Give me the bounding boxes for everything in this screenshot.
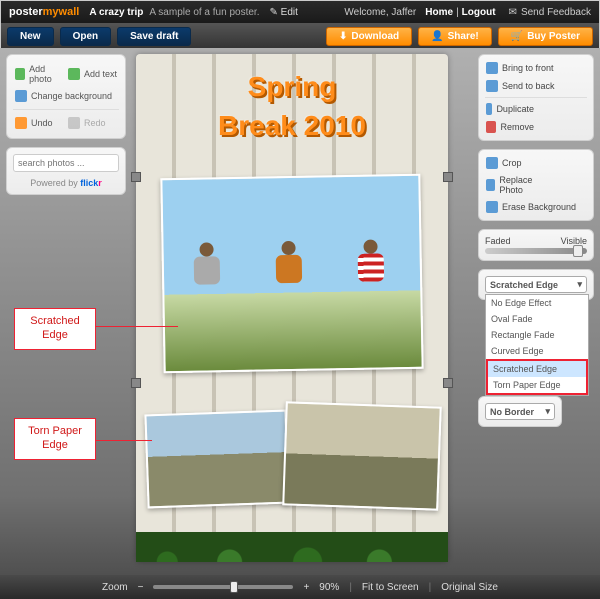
- zoom-plus-icon[interactable]: +: [303, 582, 309, 593]
- edge-effect-dropdown: No Edge Effect Oval Fade Rectangle Fade …: [485, 294, 589, 396]
- selection-handle[interactable]: [443, 378, 453, 388]
- poster-title-text[interactable]: SpringBreak 2010: [136, 68, 448, 146]
- figure: [188, 250, 227, 313]
- poster-grass-decoration: [136, 502, 448, 562]
- undo-icon: [15, 117, 27, 129]
- plus-icon: [15, 68, 25, 80]
- chevron-down-icon: ▾: [577, 279, 582, 290]
- callout-torn-paper-edge: Torn Paper Edge: [14, 418, 96, 460]
- send-to-back-button[interactable]: Send to back: [485, 77, 587, 95]
- selection-handle[interactable]: [131, 378, 141, 388]
- remove-icon: [486, 121, 496, 133]
- brand-logo[interactable]: postermywall: [9, 6, 79, 18]
- duplicate-button[interactable]: Duplicate: [485, 100, 535, 118]
- edge-option[interactable]: Rectangle Fade: [486, 327, 588, 343]
- document-subtitle: A sample of a fun poster.: [149, 7, 259, 18]
- edge-option[interactable]: Curved Edge: [486, 343, 588, 359]
- erase-background-button[interactable]: Erase Background: [485, 198, 587, 216]
- cart-icon: 🛒: [511, 31, 523, 42]
- flickr-logo[interactable]: flickr: [80, 178, 102, 188]
- edge-option-torn[interactable]: Torn Paper Edge: [488, 377, 586, 393]
- action-bar: New Open Save draft ⬇Download 👤Share! 🛒B…: [1, 23, 599, 49]
- poster-photo-main[interactable]: [160, 174, 423, 374]
- left-sidebar: Add photo Add text Change background Und…: [6, 54, 126, 203]
- border-panel: No Border▾: [478, 396, 562, 427]
- undo-button[interactable]: Undo: [13, 114, 66, 132]
- arrange-panel: Bring to front Send to back Duplicate Re…: [478, 54, 594, 141]
- zoom-label: Zoom: [102, 582, 128, 593]
- share-icon: 👤: [431, 31, 443, 42]
- bring-to-front-button[interactable]: Bring to front: [485, 59, 587, 77]
- zoom-thumb[interactable]: [230, 581, 238, 593]
- save-draft-button[interactable]: Save draft: [117, 27, 191, 46]
- download-button[interactable]: ⬇Download: [326, 27, 412, 46]
- duplicate-icon: [486, 103, 492, 115]
- zoom-bar: Zoom − + 90% | Fit to Screen | Original …: [0, 575, 600, 599]
- buy-poster-button[interactable]: 🛒Buy Poster: [498, 27, 593, 46]
- edge-option-scratched[interactable]: Scratched Edge: [488, 361, 586, 377]
- download-icon: ⬇: [339, 31, 347, 42]
- border-select[interactable]: No Border▾: [485, 403, 555, 420]
- powered-by-text: Powered by flickr: [13, 178, 119, 188]
- search-input[interactable]: [13, 154, 119, 172]
- poster-canvas[interactable]: SpringBreak 2010: [136, 54, 448, 562]
- change-background-button[interactable]: Change background: [13, 87, 119, 105]
- erase-icon: [486, 201, 498, 213]
- poster-photo-small-left[interactable]: [144, 410, 289, 509]
- add-photo-button[interactable]: Add photo: [13, 61, 66, 87]
- edge-effect-select[interactable]: Scratched Edge▾: [485, 276, 587, 293]
- add-text-button[interactable]: Add text: [66, 61, 119, 87]
- zoom-value: 90%: [319, 582, 339, 593]
- logout-link[interactable]: Logout: [462, 7, 496, 18]
- background-icon: [15, 90, 27, 102]
- edit-link[interactable]: ✎ Edit: [269, 7, 297, 18]
- welcome-text: Welcome, Jaffer: [344, 7, 416, 18]
- callout-line: [96, 326, 178, 327]
- callout-scratched-edge: Scratched Edge: [14, 308, 96, 350]
- redo-button[interactable]: Redo: [66, 114, 119, 132]
- slider-thumb[interactable]: [573, 245, 583, 257]
- back-icon: [486, 80, 498, 92]
- selection-handle[interactable]: [443, 172, 453, 182]
- share-button[interactable]: 👤Share!: [418, 27, 492, 46]
- opacity-slider[interactable]: [485, 248, 587, 254]
- right-sidebar: Bring to front Send to back Duplicate Re…: [478, 54, 594, 435]
- zoom-minus-icon[interactable]: −: [138, 582, 144, 593]
- edge-option[interactable]: Oval Fade: [486, 311, 588, 327]
- edge-panel: Scratched Edge▾ No Edge Effect Oval Fade…: [478, 269, 594, 300]
- poster-photo-small-right[interactable]: [282, 401, 442, 510]
- front-icon: [486, 62, 498, 74]
- edge-option[interactable]: No Edge Effect: [486, 295, 588, 311]
- plus-icon: [68, 68, 80, 80]
- open-button[interactable]: Open: [60, 27, 112, 46]
- crop-icon: [486, 157, 498, 169]
- search-panel: Powered by flickr: [6, 147, 126, 195]
- fit-to-screen-button[interactable]: Fit to Screen: [362, 582, 419, 593]
- document-title: A crazy trip: [89, 7, 143, 18]
- photo-tools-panel: Crop Replace Photo Erase Background: [478, 149, 594, 221]
- zoom-slider[interactable]: [153, 585, 293, 589]
- home-link[interactable]: Home: [425, 7, 453, 18]
- edge-highlight-group: Scratched Edge Torn Paper Edge: [486, 359, 588, 395]
- faded-label: Faded: [485, 236, 511, 246]
- callout-line: [96, 440, 152, 441]
- replace-photo-button[interactable]: Replace Photo: [485, 172, 546, 198]
- opacity-panel: FadedVisible: [478, 229, 594, 261]
- replace-icon: [486, 179, 495, 191]
- figure: [352, 247, 391, 310]
- new-button[interactable]: New: [7, 27, 54, 46]
- chevron-down-icon: ▾: [545, 406, 550, 417]
- original-size-button[interactable]: Original Size: [441, 582, 498, 593]
- send-feedback-link[interactable]: ✉ Send Feedback: [509, 7, 591, 18]
- crop-button[interactable]: Crop: [485, 154, 535, 172]
- remove-button[interactable]: Remove: [485, 118, 535, 136]
- add-panel: Add photo Add text Change background Und…: [6, 54, 126, 139]
- editor-stage: Add photo Add text Change background Und…: [0, 48, 600, 575]
- figure: [270, 249, 309, 312]
- redo-icon: [68, 117, 80, 129]
- top-header: postermywall A crazy trip A sample of a …: [1, 1, 599, 23]
- selection-handle[interactable]: [131, 172, 141, 182]
